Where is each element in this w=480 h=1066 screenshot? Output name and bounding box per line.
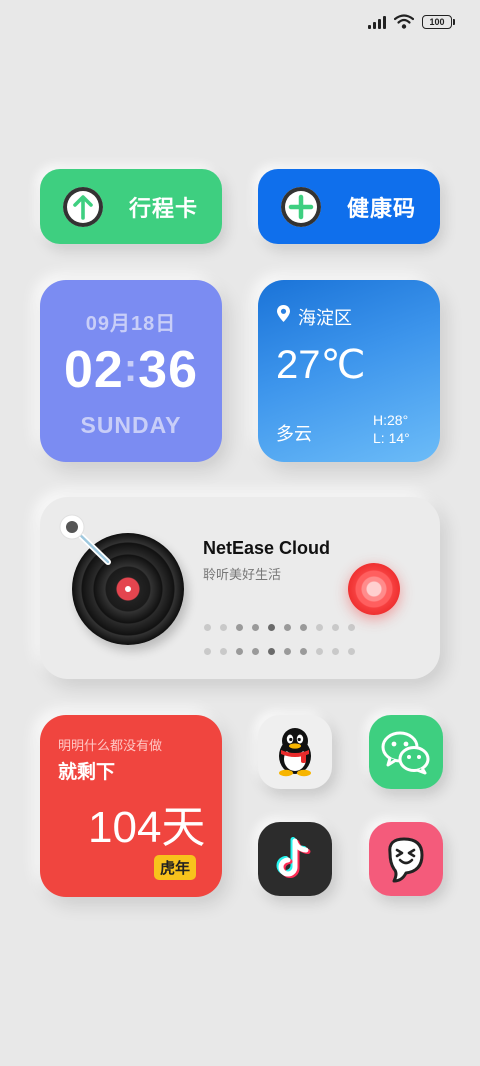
clock-minute: 36	[138, 341, 198, 399]
weather-high: H:28°	[373, 412, 409, 428]
soul-character-icon	[388, 837, 424, 883]
health-code-button[interactable]: 健康码	[258, 169, 440, 244]
wechat-bubbles-icon	[381, 731, 430, 775]
qq-penguin-icon	[279, 728, 311, 777]
countdown-badge: 虎年	[154, 855, 197, 880]
battery-icon: 100	[422, 14, 455, 29]
countdown-caption: 明明什么都没有做	[58, 738, 163, 753]
status-bar: 100	[368, 14, 455, 29]
equalizer-dots-row-2	[204, 648, 355, 655]
app-icon-wechat[interactable]	[369, 715, 443, 789]
location-pin-icon	[277, 305, 290, 322]
clock-hour: 02	[63, 341, 124, 399]
wifi-icon	[394, 14, 414, 29]
music-slogan: 聆听美好生活	[203, 567, 282, 582]
trip-card-button[interactable]: 行程卡	[40, 169, 222, 244]
plus-icon	[281, 186, 321, 227]
arrow-up-icon	[63, 186, 103, 227]
weather-location: 海淀区	[298, 308, 352, 328]
weather-condition: 多云	[276, 424, 312, 444]
app-icon-soul[interactable]	[369, 822, 443, 896]
tonearm-icon	[59, 514, 111, 565]
clock-weekday: SUNDAY	[80, 412, 182, 438]
equalizer-dots-row-1	[204, 624, 355, 631]
app-icon-tiktok[interactable]	[258, 822, 332, 896]
weather-widget[interactable]: 海淀区 27℃ 多云 H:28° L: 14°	[258, 280, 440, 462]
weather-low: L: 14°	[373, 430, 410, 446]
health-code-label: 健康码	[347, 195, 417, 221]
countdown-value: 104天	[88, 803, 206, 852]
tiktok-note-icon	[276, 837, 311, 878]
trip-card-label: 行程卡	[129, 195, 199, 221]
play-button[interactable]	[348, 563, 400, 615]
app-icon-qq[interactable]	[258, 715, 332, 789]
countdown-title: 就剩下	[58, 762, 116, 783]
music-widget[interactable]: NetEase Cloud 聆听美好生活	[40, 497, 440, 679]
clock-time: 02:36	[63, 341, 198, 399]
weather-temperature: 27℃	[276, 343, 366, 387]
clock-date: 09月18日	[85, 313, 177, 335]
music-app-name: NetEase Cloud	[203, 538, 331, 558]
countdown-widget[interactable]: 明明什么都没有做 就剩下 104天 虎年	[40, 715, 222, 897]
signal-icon	[368, 15, 386, 29]
clock-widget[interactable]: 09月18日 02:36 SUNDAY	[40, 280, 222, 462]
